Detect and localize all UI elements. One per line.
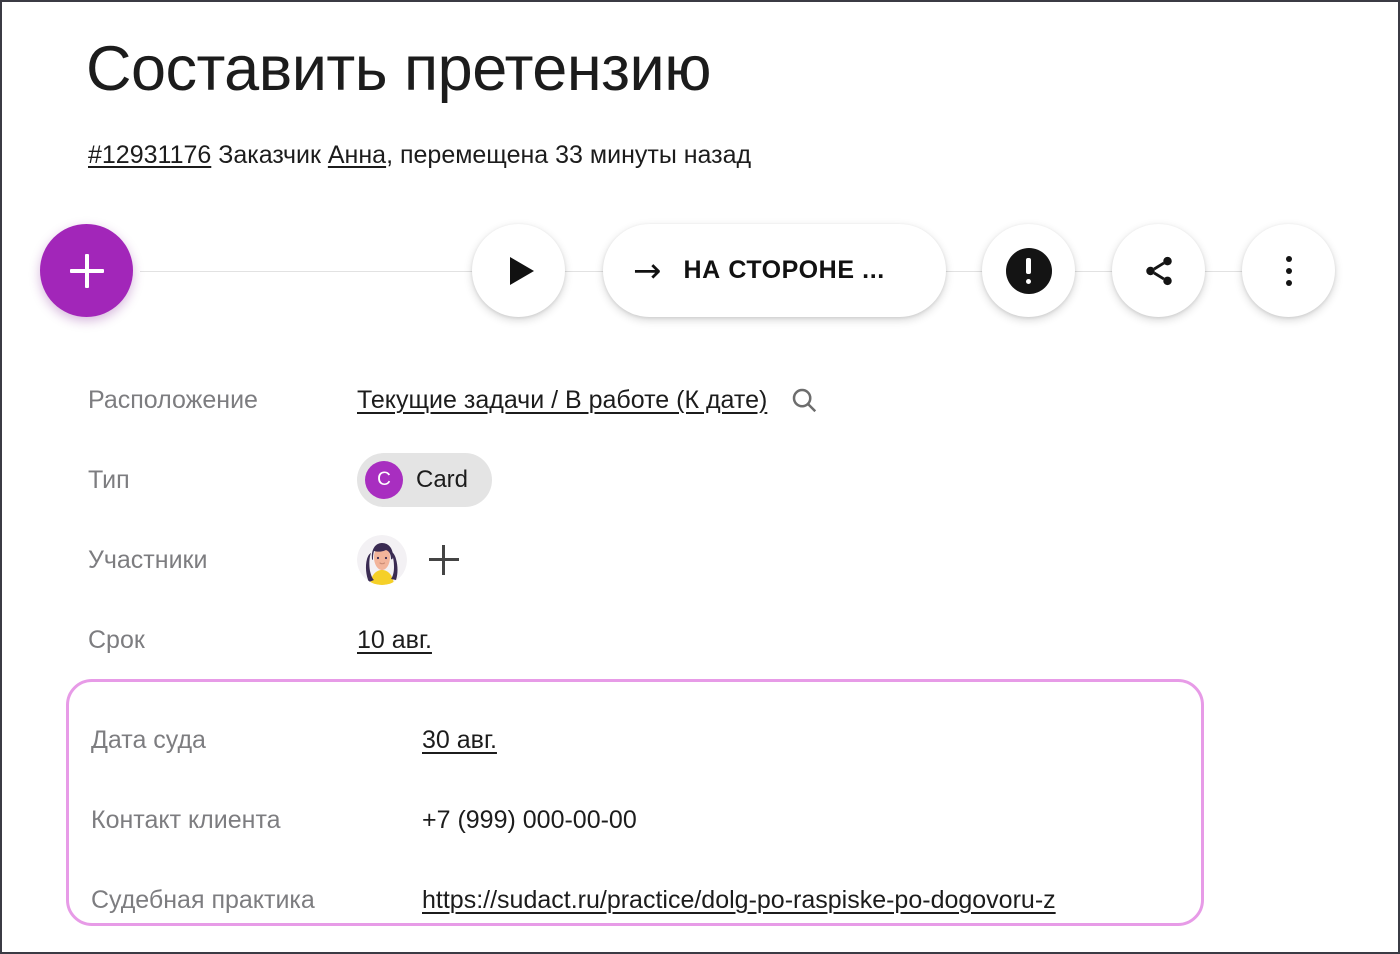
alert-icon bbox=[1005, 247, 1052, 294]
field-value: 30 авг. bbox=[422, 726, 1201, 755]
location-link[interactable]: Текущие задачи / В работе (К дате) bbox=[357, 386, 767, 415]
page-content: Составить претензию #12931176 Заказчик А… bbox=[2, 2, 1398, 952]
share-icon bbox=[1145, 256, 1172, 285]
field-row-due-date: Срок 10 авг. bbox=[2, 600, 1398, 680]
avatar[interactable] bbox=[357, 535, 407, 585]
chip-label: Card bbox=[416, 466, 469, 493]
app-window: Составить претензию #12931176 Заказчик А… bbox=[0, 0, 1400, 954]
field-label: Срок bbox=[88, 625, 145, 654]
subtitle-meta: #12931176 Заказчик Анна, перемещена 33 м… bbox=[88, 139, 751, 171]
arrow-right-icon: → bbox=[633, 250, 662, 291]
field-label: Судебная практика bbox=[91, 885, 315, 914]
stage-button-label: НА СТОРОНЕ ... bbox=[683, 256, 885, 284]
field-row-type: Тип C Card bbox=[2, 440, 1398, 520]
field-value: C Card bbox=[357, 453, 1398, 507]
due-date-link[interactable]: 10 авг. bbox=[357, 626, 432, 655]
plus-icon bbox=[69, 253, 104, 288]
field-label: Участники bbox=[88, 545, 208, 574]
client-contact-value[interactable]: +7 (999) 000-00-00 bbox=[422, 806, 637, 835]
moved-text: , перемещена 33 минуты назад bbox=[386, 141, 752, 169]
play-icon bbox=[509, 256, 534, 285]
play-button[interactable] bbox=[472, 224, 565, 317]
field-label: Тип bbox=[88, 465, 130, 494]
field-row-court-date: Дата суда 30 авг. bbox=[69, 700, 1201, 780]
field-row-participants: Участники bbox=[2, 520, 1398, 600]
field-value: 10 авг. bbox=[357, 626, 1398, 655]
customer-label: Заказчик bbox=[218, 141, 321, 169]
field-label: Расположение bbox=[88, 385, 258, 414]
share-button[interactable] bbox=[1112, 224, 1205, 317]
ticket-id-link[interactable]: #12931176 bbox=[88, 141, 211, 169]
alert-button[interactable] bbox=[982, 224, 1075, 317]
court-practice-link[interactable]: https://sudact.ru/practice/dolg-po-raspi… bbox=[422, 886, 1056, 915]
page-title: Составить претензию bbox=[86, 34, 711, 104]
customer-name-link[interactable]: Анна bbox=[328, 141, 386, 169]
highlighted-fields-box: Дата суда 30 авг. Контакт клиента +7 (99… bbox=[66, 679, 1204, 926]
field-value bbox=[357, 535, 1398, 585]
field-row-court-practice: Судебная практика https://sudact.ru/prac… bbox=[69, 860, 1201, 923]
field-value: Текущие задачи / В работе (К дате) bbox=[357, 385, 1398, 415]
field-label: Дата суда bbox=[91, 725, 206, 754]
add-participant-icon[interactable] bbox=[429, 545, 459, 575]
highlighted-field-list: Дата суда 30 авг. Контакт клиента +7 (99… bbox=[69, 700, 1201, 923]
action-toolbar: → НА СТОРОНЕ ... bbox=[40, 224, 1360, 320]
add-button[interactable] bbox=[40, 224, 133, 317]
court-date-link[interactable]: 30 авг. bbox=[422, 726, 497, 755]
field-value: https://sudact.ru/practice/dolg-po-raspi… bbox=[422, 886, 1167, 915]
more-button[interactable] bbox=[1242, 224, 1335, 317]
field-label: Контакт клиента bbox=[91, 805, 281, 834]
field-list: Расположение Текущие задачи / В работе (… bbox=[2, 360, 1398, 680]
type-chip[interactable]: C Card bbox=[357, 453, 493, 507]
more-vertical-icon bbox=[1285, 255, 1292, 286]
search-icon[interactable] bbox=[789, 385, 819, 415]
field-row-location: Расположение Текущие задачи / В работе (… bbox=[2, 360, 1398, 440]
field-row-client-contact: Контакт клиента +7 (999) 000-00-00 bbox=[69, 780, 1201, 860]
field-value: +7 (999) 000-00-00 bbox=[422, 806, 1201, 835]
chip-initial-avatar: C bbox=[365, 461, 403, 499]
stage-button[interactable]: → НА СТОРОНЕ ... bbox=[603, 224, 946, 317]
